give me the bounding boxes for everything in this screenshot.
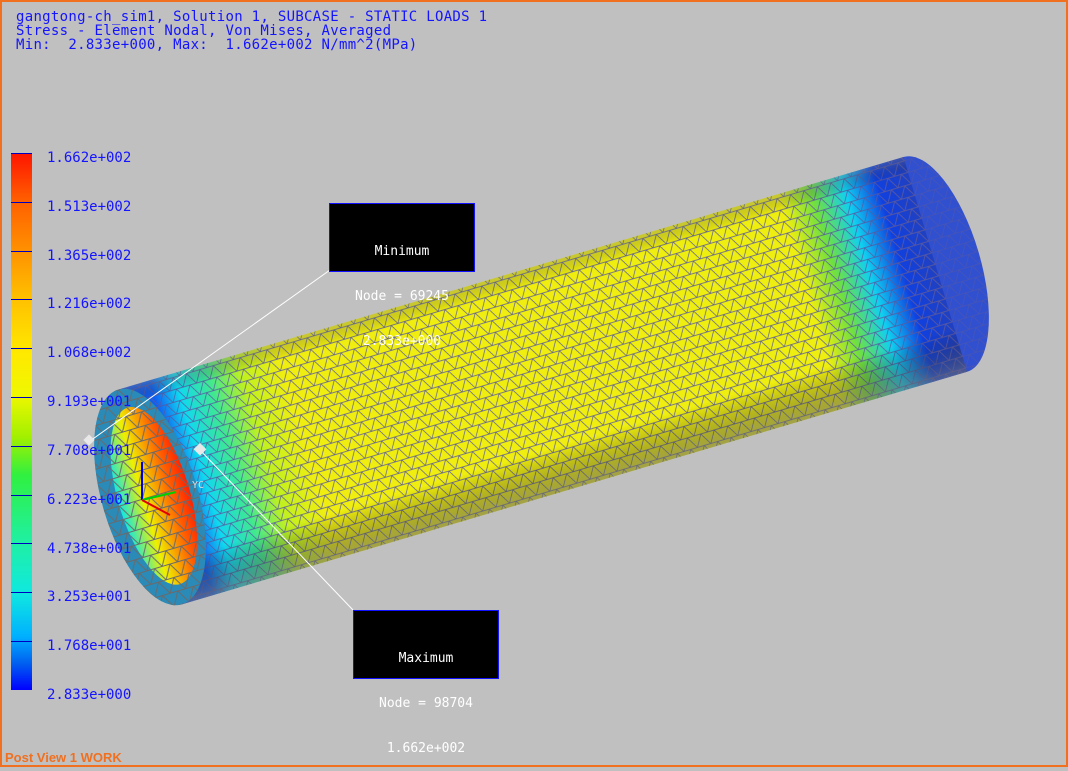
minimum-title: Minimum	[374, 244, 430, 259]
legend-label: 1.068e+002	[47, 345, 132, 361]
maximum-value: 1.662e+002	[386, 741, 466, 756]
maximum-title: Maximum	[398, 651, 454, 666]
maximum-node: Node = 98704	[379, 696, 473, 711]
legend-label: 1.216e+002	[47, 296, 132, 312]
model-view[interactable]: YC	[0, 0, 1068, 767]
legend-label: 4.738e+001	[47, 541, 132, 557]
view-status-label: Post View 1 WORK	[5, 750, 122, 765]
triad-label: YC	[192, 480, 204, 491]
legend-label: 1.768e+001	[47, 638, 132, 654]
cylinder-mesh	[94, 156, 989, 606]
minimum-callout: Minimum Node = 69245 2.833e+000	[329, 203, 475, 349]
legend-label: 9.193e+001	[47, 394, 132, 410]
minimum-value: 2.833e+000	[362, 334, 442, 349]
legend-label: 7.708e+001	[47, 443, 132, 459]
maximum-callout: Maximum Node = 98704 1.662e+002	[353, 610, 499, 756]
legend-label: 6.223e+001	[47, 492, 132, 508]
color-legend-bar	[11, 153, 32, 690]
legend-label: 2.833e+000	[47, 687, 132, 703]
legend-label: 1.662e+002	[47, 150, 132, 166]
legend-label: 1.365e+002	[47, 248, 132, 264]
legend-label: 3.253e+001	[47, 589, 132, 605]
legend-label: 1.513e+002	[47, 199, 132, 215]
minimum-node: Node = 69245	[355, 289, 449, 304]
